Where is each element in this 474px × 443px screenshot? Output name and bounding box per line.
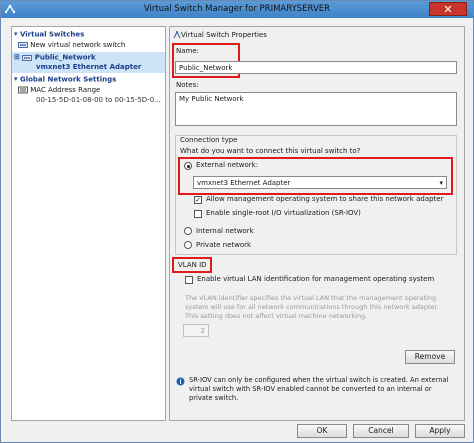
title-bar[interactable]: Virtual Switch Manager for PRIMARYSERVER… (1, 1, 473, 18)
allow-mgmt-checkbox[interactable]: ✓ (194, 196, 202, 204)
vlan-enable-label: Enable virtual LAN identification for ma… (197, 275, 435, 283)
external-network-radio[interactable] (184, 162, 192, 170)
notes-label: Notes: (176, 81, 199, 89)
tree-item-adapter-sublabel: vmxnet3 Ethernet Adapter (36, 63, 142, 71)
virtual-switch-manager-window: Virtual Switch Manager for PRIMARYSERVER… (0, 0, 474, 443)
vlan-description: The VLAN identifier specifies the virtua… (185, 294, 439, 320)
allow-mgmt-label: Allow management operating system to sha… (206, 195, 444, 203)
vlan-id-input[interactable]: 2 (183, 324, 209, 337)
private-network-radio[interactable] (184, 241, 192, 249)
external-network-label: External network: (196, 161, 259, 169)
sriov-label: Enable single-root I/O virtualization (S… (206, 209, 361, 217)
internal-network-radio[interactable] (184, 227, 192, 235)
sriov-info-text: SR-IOV can only be configured when the v… (189, 376, 449, 402)
private-network-label: Private network (196, 241, 252, 249)
ok-button[interactable]: OK (297, 424, 347, 438)
collapse-chevron-icon: ▾ (14, 30, 18, 38)
vlan-title: VLAN ID (178, 261, 207, 269)
tree-item-new-switch[interactable]: New virtual network switch (18, 40, 125, 51)
notes-textarea[interactable]: My Public Network (175, 92, 457, 126)
new-switch-icon (18, 42, 28, 48)
tree-header-virtual-switches[interactable]: ▾ Virtual Switches (14, 29, 84, 40)
network-card-icon (18, 86, 28, 94)
info-icon (176, 377, 185, 386)
switch-icon (22, 54, 33, 61)
name-label: Name: (176, 47, 200, 55)
switch-properties-icon (173, 31, 181, 39)
adapter-selected-value: vmxnet3 Ethernet Adapter (197, 179, 291, 187)
connection-question: What do you want to connect this virtual… (180, 147, 361, 155)
navigation-tree: ▾ Virtual Switches New virtual network s… (11, 26, 166, 421)
tree-header-global-settings[interactable]: ▾ Global Network Settings (14, 74, 116, 85)
close-button[interactable]: ✕ (429, 2, 467, 16)
remove-button[interactable]: Remove (405, 350, 455, 364)
collapse-chevron-icon: ▾ (14, 75, 18, 83)
sriov-checkbox[interactable] (194, 210, 202, 218)
internal-network-label: Internal network (196, 227, 254, 235)
mac-range-value: 00-15-5D-01-08-00 to 00-15-5D-0... (36, 96, 161, 104)
expand-plus-icon: ⊞ (14, 53, 20, 61)
name-input[interactable]: Public_Network (175, 61, 457, 74)
vlan-enable-checkbox[interactable] (185, 276, 193, 284)
connection-type-label: Connection type (180, 136, 238, 144)
network-switch-icon (5, 4, 15, 14)
section-title: Virtual Switch Properties (181, 31, 267, 39)
chevron-down-icon: ▾ (439, 179, 443, 187)
window-title: Virtual Switch Manager for PRIMARYSERVER (143, 4, 331, 14)
apply-button[interactable]: Apply (415, 424, 465, 438)
adapter-dropdown[interactable]: vmxnet3 Ethernet Adapter ▾ (193, 176, 447, 189)
cancel-button[interactable]: Cancel (353, 424, 409, 438)
